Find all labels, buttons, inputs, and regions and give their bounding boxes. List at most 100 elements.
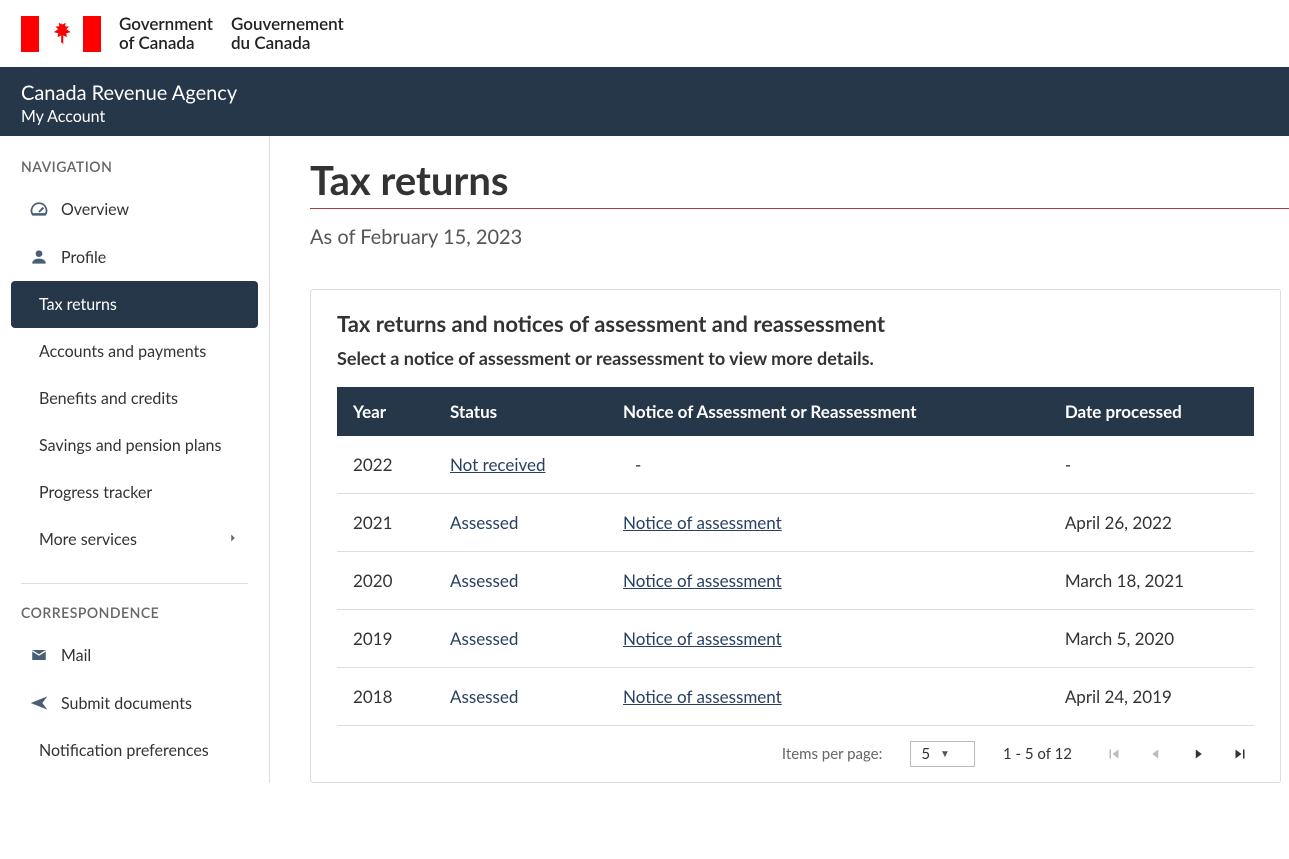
sidebar-item-label: Profile — [61, 248, 106, 267]
pagination: Items per page: 5 ▼ 1 - 5 of 12 — [311, 726, 1280, 782]
sidebar-item-label: Tax returns — [39, 295, 117, 314]
page-range: 1 - 5 of 12 — [1003, 745, 1072, 763]
table-row: 2022 Not received -- — [337, 436, 1254, 494]
gov-fr-line2: du Canada — [231, 34, 344, 53]
cell-status: Assessed — [434, 668, 607, 726]
sidebar-item-benefits-and-credits[interactable]: Benefits and credits — [11, 375, 258, 422]
status-link[interactable]: Assessed — [450, 512, 518, 533]
dropdown-triangle-icon: ▼ — [940, 748, 950, 760]
cell-status: Assessed — [434, 552, 607, 610]
sidebar-item-more-services[interactable]: More services — [11, 516, 258, 563]
notice-link[interactable]: Notice of assessment — [623, 570, 782, 591]
cell-year: 2021 — [337, 494, 434, 552]
flag-bar-left — [21, 16, 39, 52]
sidebar-item-label: Progress tracker — [39, 483, 152, 502]
cell-year: 2020 — [337, 552, 434, 610]
corr-item-submit-documents[interactable]: Submit documents — [11, 679, 258, 727]
person-icon — [29, 247, 49, 267]
agency-name: Canada Revenue Agency — [21, 81, 1268, 105]
cell-notice: Notice of assessment — [607, 494, 1049, 552]
cell-year: 2019 — [337, 610, 434, 668]
gov-wordmark: Governmentof Canada Gouvernementdu Canad… — [119, 15, 344, 52]
sidebar-item-label: More services — [39, 530, 137, 549]
sidebar-item-label: Benefits and credits — [39, 389, 178, 408]
col-header: Year — [337, 387, 434, 436]
cell-notice: Notice of assessment — [607, 552, 1049, 610]
items-per-page-select[interactable]: 5 ▼ — [910, 741, 975, 767]
status-link[interactable]: Not received — [450, 454, 546, 475]
cell-date: April 24, 2019 — [1049, 668, 1254, 726]
returns-table: YearStatusNotice of Assessment or Reasse… — [337, 387, 1254, 726]
correspondence-list: Mail Submit documents Notification prefere… — [0, 631, 269, 774]
cell-status: Assessed — [434, 494, 607, 552]
table-body: 2022 Not received -- 2021 Assessed Notice of … — [337, 436, 1254, 726]
main-content: Tax returns As of February 15, 2023 Tax … — [270, 136, 1289, 783]
gov-fr-line1: Gouvernement — [231, 15, 344, 34]
cra-band: Canada Revenue Agency My Account — [0, 67, 1289, 136]
next-page-button[interactable] — [1184, 740, 1212, 768]
flag-bar-right — [83, 16, 101, 52]
last-page-button[interactable] — [1226, 740, 1254, 768]
as-of-date: As of February 15, 2023 — [310, 225, 1289, 249]
sidebar-item-accounts-and-payments[interactable]: Accounts and payments — [11, 328, 258, 375]
first-page-button[interactable] — [1100, 740, 1128, 768]
cell-date: March 5, 2020 — [1049, 610, 1254, 668]
notice-link[interactable]: Notice of assessment — [623, 686, 782, 707]
sidebar: NAVIGATION Overview Profile Tax returns Acc… — [0, 136, 270, 783]
sidebar-item-label: Accounts and payments — [39, 342, 206, 361]
table-row: 2020 Assessed Notice of assessment March 18… — [337, 552, 1254, 610]
corr-item-label: Notification preferences — [39, 741, 209, 760]
notice-link[interactable]: Notice of assessment — [623, 628, 782, 649]
gov-en-line2: of Canada — [119, 34, 213, 53]
corr-item-label: Submit documents — [61, 694, 192, 713]
speed-icon — [29, 199, 49, 219]
sidebar-item-label: Overview — [61, 200, 129, 219]
cell-notice: Notice of assessment — [607, 610, 1049, 668]
mail-icon — [29, 645, 49, 665]
corr-item-label: Mail — [61, 646, 91, 665]
gov-en-line1: Government — [119, 15, 213, 34]
status-link[interactable]: Assessed — [450, 686, 518, 707]
nav-header: NAVIGATION — [0, 158, 269, 185]
prev-page-button[interactable] — [1142, 740, 1170, 768]
table-row: 2021 Assessed Notice of assessment April 26… — [337, 494, 1254, 552]
canada-flag — [21, 16, 101, 52]
sidebar-item-overview[interactable]: Overview — [11, 185, 258, 233]
table-header-row: YearStatusNotice of Assessment or Reasse… — [337, 387, 1254, 436]
col-header: Notice of Assessment or Reassessment — [607, 387, 1049, 436]
col-header: Status — [434, 387, 607, 436]
cell-date: April 26, 2022 — [1049, 494, 1254, 552]
cell-year: 2018 — [337, 668, 434, 726]
cell-notice: - — [607, 436, 1049, 494]
returns-panel: Tax returns and notices of assessment an… — [310, 289, 1281, 783]
account-label: My Account — [21, 107, 1268, 126]
gov-header: Governmentof Canada Gouvernementdu Canad… — [0, 0, 1289, 67]
cell-year: 2022 — [337, 436, 434, 494]
items-per-page-value: 5 — [921, 745, 930, 763]
sidebar-item-profile[interactable]: Profile — [11, 233, 258, 281]
correspondence-header: CORRESPONDENCE — [0, 604, 269, 631]
page-title: Tax returns — [310, 156, 1289, 209]
status-link[interactable]: Assessed — [450, 628, 518, 649]
cell-date: - — [1049, 436, 1254, 494]
sidebar-item-tax-returns[interactable]: Tax returns — [11, 281, 258, 328]
send-icon — [29, 693, 49, 713]
corr-item-notification-preferences[interactable]: Notification preferences — [11, 727, 258, 774]
sidebar-item-progress-tracker[interactable]: Progress tracker — [11, 469, 258, 516]
sidebar-divider — [21, 583, 248, 584]
sidebar-item-savings-and-pension-plans[interactable]: Savings and pension plans — [11, 422, 258, 469]
panel-title: Tax returns and notices of assessment an… — [337, 310, 1254, 337]
maple-leaf-icon — [43, 16, 79, 52]
cell-status: Not received — [434, 436, 607, 494]
corr-item-mail[interactable]: Mail — [11, 631, 258, 679]
cell-status: Assessed — [434, 610, 607, 668]
sidebar-item-label: Savings and pension plans — [39, 436, 221, 455]
table-row: 2018 Assessed Notice of assessment April 24… — [337, 668, 1254, 726]
cell-notice: Notice of assessment — [607, 668, 1049, 726]
status-link[interactable]: Assessed — [450, 570, 518, 591]
notice-link[interactable]: Notice of assessment — [623, 512, 782, 533]
panel-subtitle: Select a notice of assessment or reasses… — [337, 347, 1254, 369]
col-header: Date processed — [1049, 387, 1254, 436]
table-row: 2019 Assessed Notice of assessment March 5,… — [337, 610, 1254, 668]
cell-date: March 18, 2021 — [1049, 552, 1254, 610]
